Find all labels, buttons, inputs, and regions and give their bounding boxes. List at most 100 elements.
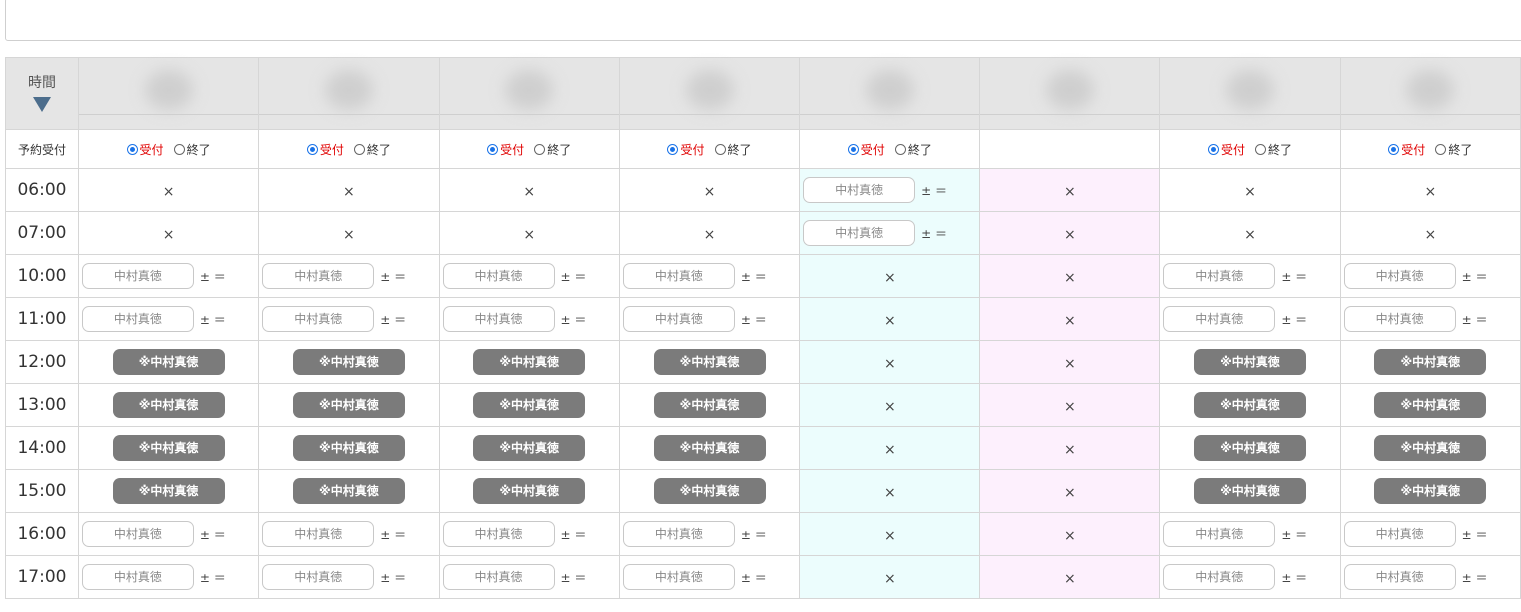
adjust-controls[interactable]: ± ＝	[1281, 268, 1307, 285]
slot-cell[interactable]: 中村真徳 ± ＝	[258, 297, 440, 341]
name-input-field[interactable]: 中村真徳	[442, 564, 555, 590]
accept-radio[interactable]: 受付	[306, 141, 344, 158]
end-radio[interactable]: 終了	[1254, 141, 1292, 158]
slot-cell[interactable]: ※中村真徳	[1159, 383, 1341, 427]
adjust-controls[interactable]: ± ＝	[1462, 526, 1488, 543]
slot-cell[interactable]: 中村真徳 ± ＝	[77, 512, 260, 556]
name-input-field[interactable]: 中村真徳	[622, 521, 735, 547]
name-input-field[interactable]: 中村真徳	[81, 521, 194, 547]
slot-cell[interactable]: 中村真徳 ± ＝	[799, 211, 981, 255]
booked-slot-button[interactable]: ※中村真徳	[1193, 478, 1306, 504]
name-input-field[interactable]: 中村真徳	[1163, 306, 1276, 332]
name-input-field[interactable]: 中村真徳	[81, 564, 194, 590]
name-input-field[interactable]: 中村真徳	[1343, 564, 1456, 590]
slot-cell[interactable]: 中村真徳 ± ＝	[1159, 555, 1341, 599]
booked-slot-button[interactable]: ※中村真徳	[473, 478, 586, 504]
adjust-controls[interactable]: ± ＝	[1281, 526, 1307, 543]
slot-cell[interactable]: 中村真徳 ± ＝	[1339, 297, 1521, 341]
accept-radio[interactable]: 受付	[667, 141, 705, 158]
slot-cell[interactable]: 中村真徳 ± ＝	[1339, 254, 1521, 298]
slot-cell[interactable]: 中村真徳 ± ＝	[258, 512, 440, 556]
adjust-controls[interactable]: ± ＝	[1281, 311, 1307, 328]
booked-slot-button[interactable]: ※中村真徳	[473, 349, 586, 375]
slot-cell[interactable]: ※中村真徳	[618, 469, 801, 513]
name-input-field[interactable]: 中村真徳	[622, 263, 735, 289]
slot-cell[interactable]: ※中村真徳	[1339, 340, 1521, 384]
slot-cell[interactable]: ※中村真徳	[1339, 426, 1521, 470]
booked-slot-button[interactable]: ※中村真徳	[653, 349, 766, 375]
name-input-field[interactable]: 中村真徳	[442, 306, 555, 332]
slot-cell[interactable]: 中村真徳 ± ＝	[618, 254, 801, 298]
slot-cell[interactable]: 中村真徳 ± ＝	[438, 512, 620, 556]
name-input-field[interactable]: 中村真徳	[1343, 521, 1456, 547]
accept-radio[interactable]: 受付	[1388, 141, 1425, 158]
name-input-field[interactable]: 中村真徳	[803, 220, 916, 246]
end-radio[interactable]: 終了	[173, 141, 211, 158]
adjust-controls[interactable]: ± ＝	[200, 311, 226, 328]
adjust-controls[interactable]: ± ＝	[200, 268, 226, 285]
accept-radio[interactable]: 受付	[126, 141, 164, 158]
adjust-controls[interactable]: ± ＝	[561, 268, 587, 285]
slot-cell[interactable]: 中村真徳 ± ＝	[618, 297, 801, 341]
booked-slot-button[interactable]: ※中村真徳	[653, 435, 766, 461]
name-input-field[interactable]: 中村真徳	[1163, 564, 1276, 590]
slot-cell[interactable]: ※中村真徳	[1159, 340, 1341, 384]
triangle-down-icon[interactable]	[32, 96, 51, 112]
slot-cell[interactable]: 中村真徳 ± ＝	[1159, 254, 1341, 298]
slot-cell[interactable]: 中村真徳 ± ＝	[1159, 512, 1341, 556]
slot-cell[interactable]: ※中村真徳	[77, 469, 260, 513]
slot-cell[interactable]: ※中村真徳	[438, 426, 620, 470]
slot-cell[interactable]: ※中村真徳	[438, 340, 620, 384]
name-input-field[interactable]: 中村真徳	[81, 263, 194, 289]
name-input-field[interactable]: 中村真徳	[1163, 263, 1276, 289]
adjust-controls[interactable]: ± ＝	[561, 311, 587, 328]
booked-slot-button[interactable]: ※中村真徳	[112, 478, 225, 504]
name-input-field[interactable]: 中村真徳	[622, 306, 735, 332]
slot-cell[interactable]: 中村真徳 ± ＝	[258, 254, 440, 298]
name-input-field[interactable]: 中村真徳	[442, 263, 555, 289]
end-radio[interactable]: 終了	[894, 141, 932, 158]
name-input-field[interactable]: 中村真徳	[442, 521, 555, 547]
top-text-area[interactable]	[5, 0, 1521, 41]
slot-cell[interactable]: ※中村真徳	[258, 340, 440, 384]
booked-slot-button[interactable]: ※中村真徳	[1374, 478, 1487, 504]
slot-cell[interactable]: 中村真徳 ± ＝	[1339, 512, 1521, 556]
slot-cell[interactable]: 中村真徳 ± ＝	[618, 555, 801, 599]
slot-cell[interactable]: 中村真徳 ± ＝	[77, 555, 260, 599]
booked-slot-button[interactable]: ※中村真徳	[653, 478, 766, 504]
slot-cell[interactable]: 中村真徳 ± ＝	[1339, 555, 1521, 599]
slot-cell[interactable]: 中村真徳 ± ＝	[799, 168, 981, 212]
slot-cell[interactable]: ※中村真徳	[1159, 469, 1341, 513]
slot-cell[interactable]: 中村真徳 ± ＝	[258, 555, 440, 599]
adjust-controls[interactable]: ± ＝	[380, 268, 406, 285]
accept-radio[interactable]: 受付	[1207, 141, 1245, 158]
slot-cell[interactable]: ※中村真徳	[77, 340, 260, 384]
adjust-controls[interactable]: ± ＝	[741, 311, 767, 328]
booked-slot-button[interactable]: ※中村真徳	[653, 392, 766, 418]
booked-slot-button[interactable]: ※中村真徳	[1193, 435, 1306, 461]
booked-slot-button[interactable]: ※中村真徳	[112, 349, 225, 375]
accept-radio[interactable]: 受付	[487, 141, 524, 158]
slot-cell[interactable]: ※中村真徳	[618, 426, 801, 470]
adjust-controls[interactable]: ± ＝	[741, 526, 767, 543]
name-input-field[interactable]: 中村真徳	[262, 521, 375, 547]
adjust-controls[interactable]: ± ＝	[200, 569, 226, 586]
slot-cell[interactable]: ※中村真徳	[258, 469, 440, 513]
adjust-controls[interactable]: ± ＝	[200, 526, 226, 543]
slot-cell[interactable]: ※中村真徳	[1159, 426, 1341, 470]
name-input-field[interactable]: 中村真徳	[81, 306, 194, 332]
slot-cell[interactable]: ※中村真徳	[1339, 469, 1521, 513]
name-input-field[interactable]: 中村真徳	[262, 564, 375, 590]
booked-slot-button[interactable]: ※中村真徳	[1193, 392, 1306, 418]
accept-radio[interactable]: 受付	[847, 141, 885, 158]
end-radio[interactable]: 終了	[353, 141, 391, 158]
adjust-controls[interactable]: ± ＝	[561, 526, 587, 543]
adjust-controls[interactable]: ± ＝	[741, 569, 767, 586]
slot-cell[interactable]: 中村真徳 ± ＝	[618, 512, 801, 556]
booked-slot-button[interactable]: ※中村真徳	[1374, 349, 1487, 375]
adjust-controls[interactable]: ± ＝	[741, 268, 767, 285]
adjust-controls[interactable]: ± ＝	[921, 225, 947, 242]
booked-slot-button[interactable]: ※中村真徳	[473, 435, 586, 461]
slot-cell[interactable]: 中村真徳 ± ＝	[1159, 297, 1341, 341]
booked-slot-button[interactable]: ※中村真徳	[112, 392, 225, 418]
